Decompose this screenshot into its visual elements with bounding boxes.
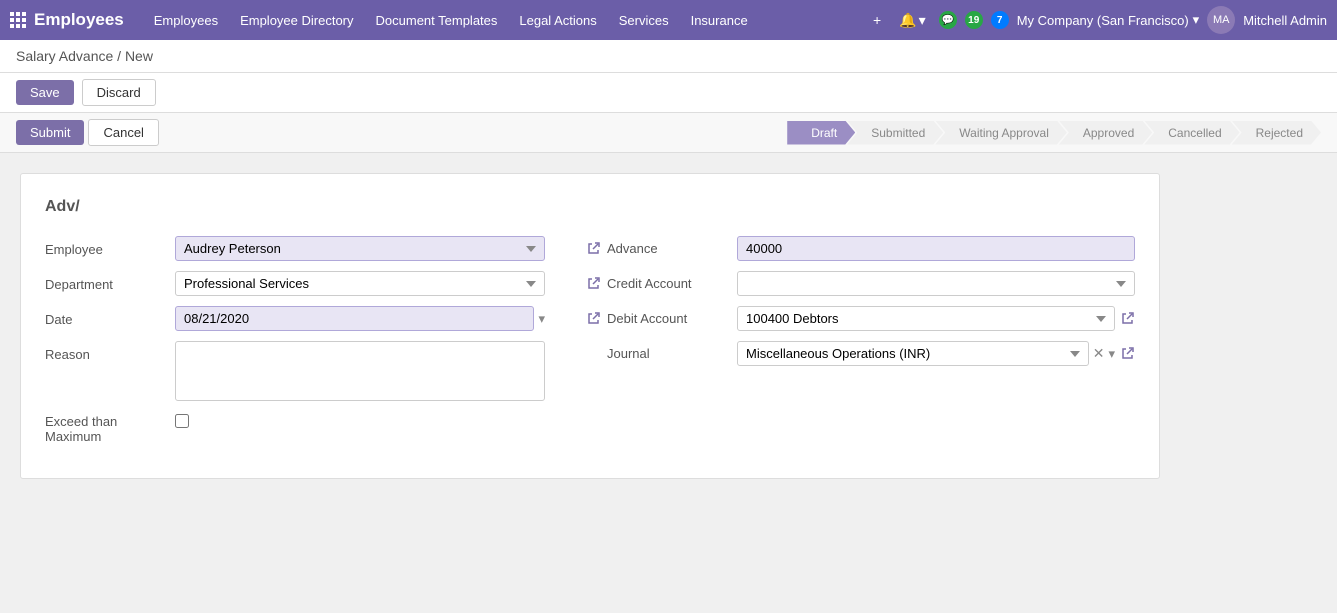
discard-button[interactable]: Discard — [82, 79, 156, 106]
company-selector[interactable]: My Company (San Francisco) ▾ — [1017, 12, 1199, 28]
credit-account-select[interactable] — [737, 271, 1135, 296]
form-left: Employee Audrey Peterson Department Prof… — [45, 236, 545, 454]
exceed-row: Exceed than Maximum — [45, 411, 545, 444]
form-title: Adv/ — [45, 198, 1135, 216]
credit-account-control — [737, 271, 1135, 296]
notifications-count-badge: 19 — [965, 11, 983, 29]
form-card: Adv/ Employee Audrey Peterson Department — [20, 173, 1160, 479]
journal-row: Journal Miscellaneous Operations (INR) ✕… — [585, 341, 1135, 366]
debit-account-link-icon[interactable] — [1119, 311, 1135, 327]
department-select[interactable]: Professional Services — [175, 271, 545, 296]
pipeline-step-submitted[interactable]: Submitted — [847, 121, 943, 145]
exceed-label: Exceed than Maximum — [45, 411, 175, 444]
pipeline-step-waiting[interactable]: Waiting Approval — [935, 121, 1067, 145]
save-button[interactable]: Save — [16, 80, 74, 105]
journal-link-icon[interactable] — [1119, 346, 1135, 362]
add-button[interactable]: + — [868, 9, 886, 31]
debit-account-control: 100400 Debtors — [737, 306, 1135, 331]
date-control: ▾ — [175, 306, 545, 331]
debit-account-row: Debit Account 100400 Debtors — [585, 306, 1135, 331]
pipeline-step-approved[interactable]: Approved — [1059, 121, 1152, 145]
pipeline-step-cancelled[interactable]: Cancelled — [1144, 121, 1239, 145]
journal-select[interactable]: Miscellaneous Operations (INR) — [737, 341, 1089, 366]
nav-document-templates[interactable]: Document Templates — [366, 7, 508, 34]
employee-select[interactable]: Audrey Peterson — [175, 236, 545, 261]
grid-icon[interactable] — [10, 12, 26, 28]
nav-employees[interactable]: Employees — [144, 7, 228, 34]
form-body: Employee Audrey Peterson Department Prof… — [45, 236, 1135, 454]
pipeline-step-draft[interactable]: Draft — [787, 121, 855, 145]
credit-account-label: Credit Account — [607, 276, 737, 291]
credit-account-external-link-icon[interactable] — [585, 276, 601, 292]
reason-textarea[interactable] — [175, 341, 545, 401]
date-row: Date ▾ — [45, 306, 545, 331]
nav-employee-directory[interactable]: Employee Directory — [230, 7, 363, 34]
user-initials: MA — [1213, 14, 1230, 26]
department-control: Professional Services — [175, 271, 545, 296]
journal-select-wrapper: Miscellaneous Operations (INR) ✕ ▾ — [737, 341, 1115, 366]
advance-external-link-icon[interactable] — [585, 241, 601, 257]
employee-control: Audrey Peterson — [175, 236, 545, 261]
notifications-button[interactable]: 🔔 ▾ — [894, 9, 930, 32]
main-content: Adv/ Employee Audrey Peterson Department — [0, 153, 1337, 499]
pipeline: Draft Submitted Waiting Approval Approve… — [787, 121, 1321, 145]
reason-control — [175, 341, 545, 401]
submit-button[interactable]: Submit — [16, 120, 84, 145]
credit-account-row: Credit Account — [585, 271, 1135, 296]
journal-dropdown-icon[interactable]: ▾ — [1108, 346, 1115, 362]
avatar[interactable]: MA — [1207, 6, 1235, 34]
cancel-button[interactable]: Cancel — [88, 119, 158, 146]
advance-input[interactable] — [737, 236, 1135, 261]
exceed-checkbox[interactable] — [175, 414, 189, 428]
department-label: Department — [45, 271, 175, 292]
company-caret: ▾ — [1193, 12, 1200, 28]
employee-label: Employee — [45, 236, 175, 257]
employee-row: Employee Audrey Peterson — [45, 236, 545, 261]
advance-label: Advance — [607, 241, 737, 256]
date-picker-icon[interactable]: ▾ — [538, 311, 545, 327]
navbar: Employees Employees Employee Directory D… — [0, 0, 1337, 40]
journal-control: Miscellaneous Operations (INR) ✕ ▾ — [737, 341, 1135, 366]
bell-icon: 🔔 — [899, 12, 916, 29]
navbar-right: + 🔔 ▾ 💬 19 7 My Company (San Francisco) … — [868, 6, 1327, 34]
company-name: My Company (San Francisco) — [1017, 13, 1189, 28]
date-label: Date — [45, 306, 175, 327]
action-bar: Save Discard — [0, 73, 1337, 113]
status-bar: Submit Cancel Draft Submitted Waiting Ap… — [0, 113, 1337, 153]
breadcrumb-text: Salary Advance / New — [16, 48, 153, 64]
nav-services[interactable]: Services — [609, 7, 679, 34]
date-input[interactable] — [175, 306, 534, 331]
messages-badge[interactable]: 💬 — [939, 11, 957, 29]
main-nav: Employees Employee Directory Document Te… — [144, 7, 868, 34]
reason-label: Reason — [45, 341, 175, 362]
pipeline-step-rejected[interactable]: Rejected — [1232, 121, 1321, 145]
journal-clear-button[interactable]: ✕ — [1089, 345, 1109, 362]
debit-account-external-link-icon[interactable] — [585, 311, 601, 327]
debit-account-label: Debit Account — [607, 311, 737, 326]
breadcrumb: Salary Advance / New — [0, 40, 1337, 73]
advance-control — [737, 236, 1135, 261]
exceed-control — [175, 411, 189, 431]
user-name: Mitchell Admin — [1243, 13, 1327, 28]
chat-icon: 💬 — [941, 15, 953, 26]
notification-caret: ▾ — [919, 12, 926, 29]
debit-account-select[interactable]: 100400 Debtors — [737, 306, 1115, 331]
journal-label: Journal — [607, 346, 737, 361]
nav-insurance[interactable]: Insurance — [681, 7, 758, 34]
nav-legal-actions[interactable]: Legal Actions — [509, 7, 606, 34]
reason-row: Reason — [45, 341, 545, 401]
department-row: Department Professional Services — [45, 271, 545, 296]
form-right: Advance Credit Account — [585, 236, 1135, 454]
messages-count-badge: 7 — [991, 11, 1009, 29]
advance-row: Advance — [585, 236, 1135, 261]
app-title: Employees — [34, 10, 124, 30]
